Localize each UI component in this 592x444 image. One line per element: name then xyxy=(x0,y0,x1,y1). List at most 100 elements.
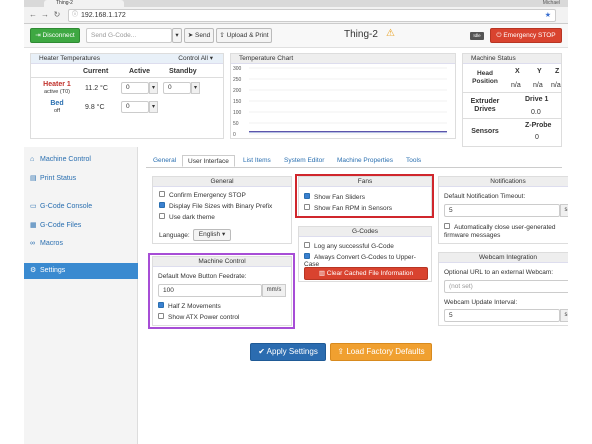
url-bar[interactable]: ⓘ 192.168.1.172 ★ xyxy=(68,9,556,22)
apply-settings-button[interactable]: ✔ Apply Settings xyxy=(250,343,326,361)
y-tick-label: 150 xyxy=(233,99,242,105)
sidebar: ⌂ Machine Control ▤ Print Status ▭ G-Code C… xyxy=(24,147,138,444)
confirm-estop-checkbox[interactable]: Confirm Emergency STOP xyxy=(159,191,246,199)
heater1-active-input[interactable]: 0 xyxy=(121,82,149,94)
browser-tab-title: Thing-2 xyxy=(56,0,73,6)
emergency-stop-button[interactable]: ⏻ Emergency STOP xyxy=(490,28,562,43)
tab-general[interactable]: General xyxy=(148,155,181,167)
heater-panel-header: Heater Temperatures Control All ▾ xyxy=(31,54,223,64)
timeout-unit: s xyxy=(560,204,568,217)
general-panel-header: General xyxy=(153,177,291,187)
notifications-panel-header: Notifications xyxy=(439,177,568,187)
bookmark-star-icon[interactable]: ★ xyxy=(545,10,551,21)
back-icon[interactable]: ← xyxy=(28,10,38,20)
bed-active-dropdown[interactable]: ▾ xyxy=(149,101,158,113)
print-icon: ▤ xyxy=(30,175,37,182)
caret-down-icon: ▾ xyxy=(151,85,155,91)
divider xyxy=(31,77,223,78)
temperature-chart-panel: Temperature Chart 300 250 200 150 100 50 0 xyxy=(230,53,456,139)
bed-active-input[interactable]: 0 xyxy=(121,101,149,113)
gear-icon: ⚙ xyxy=(30,267,37,274)
load-icon: ⇪ xyxy=(337,347,347,356)
machine-status-header: Machine Status xyxy=(463,54,561,64)
axis-y-value: n/a xyxy=(533,82,543,89)
axis-z-label: Z xyxy=(555,68,560,75)
gcodes-panel: G-Codes Log any successful G-Code Always… xyxy=(298,226,432,282)
y-tick-label: 50 xyxy=(233,121,239,127)
top-toolbar: ⇥ Disconnect Send G-Code... ▾ ➤ Send ⇪ U… xyxy=(24,24,568,48)
gcodes-panel-header: G-Codes xyxy=(299,227,431,237)
drive1-label: Drive 1 xyxy=(525,96,549,103)
col-standby: Standby xyxy=(169,68,197,75)
sensors-label: Sensors xyxy=(471,128,499,135)
tab-list-items[interactable]: List Items xyxy=(238,155,276,167)
timeout-input[interactable]: 5 xyxy=(444,204,560,217)
trash-icon: ▥ xyxy=(318,270,327,277)
check-icon: ✔ xyxy=(258,347,267,356)
axis-z-value: n/a xyxy=(551,82,561,89)
bed-current: 9.8 °C xyxy=(85,104,105,111)
extruder-drives-label: Extruder Drives xyxy=(470,98,500,113)
status-badge: Idle xyxy=(470,32,484,40)
sidebar-item-gcode-console[interactable]: ▭ G-Code Console xyxy=(24,199,138,215)
upper-case-checkbox[interactable]: Always Convert G-Codes to Upper-Case xyxy=(304,253,431,268)
browser-tab[interactable]: Thing-2 xyxy=(44,0,124,7)
disconnect-button[interactable]: ⇥ Disconnect xyxy=(30,28,80,43)
tab-tools[interactable]: Tools xyxy=(401,155,426,167)
heater1-sub: active (T0) xyxy=(44,89,70,95)
heater1-standby-input[interactable]: 0 xyxy=(163,82,191,94)
webcam-panel-header: Webcam Integration xyxy=(439,253,568,263)
axis-x-value: n/a xyxy=(511,82,521,89)
machine-status-panel: Machine Status Head Position X Y Z n/a n… xyxy=(462,53,562,147)
checkbox-icon xyxy=(159,213,165,220)
warning-icon: ⚠ xyxy=(386,28,395,39)
divider xyxy=(463,92,561,93)
send-button[interactable]: ➤ Send xyxy=(184,28,214,43)
bed-name[interactable]: Bed xyxy=(37,100,77,107)
general-panel: General Confirm Emergency STOP Display F… xyxy=(152,176,292,244)
auto-close-checkbox[interactable]: Automatically close user-generated firmw… xyxy=(444,223,568,240)
sidebar-item-print-status[interactable]: ▤ Print Status xyxy=(24,171,138,187)
console-icon: ▭ xyxy=(30,203,37,210)
load-defaults-button[interactable]: ⇪ Load Factory Defaults xyxy=(330,343,432,361)
webcam-interval-label: Webcam Update Interval: xyxy=(444,299,518,306)
tab-machine-properties[interactable]: Machine Properties xyxy=(332,155,398,167)
col-current: Current xyxy=(83,68,109,75)
sidebar-item-macros[interactable]: ∞ Macros xyxy=(24,236,138,252)
sidebar-item-settings[interactable]: ⚙ Settings xyxy=(24,263,138,279)
home-icon: ⌂ xyxy=(30,156,35,163)
reload-icon[interactable]: ↻ xyxy=(52,10,62,20)
fans-highlight xyxy=(295,174,434,218)
temperature-chart-header: Temperature Chart xyxy=(231,54,455,64)
gcode-dropdown-button[interactable]: ▾ xyxy=(172,28,182,43)
axis-x-label: X xyxy=(515,68,520,75)
caret-down-icon: ▾ xyxy=(209,55,213,62)
y-tick-label: 300 xyxy=(233,66,242,72)
control-all-dropdown[interactable]: Control All ▾ xyxy=(178,54,213,64)
notifications-panel: Notifications Default Notification Timeo… xyxy=(438,176,568,244)
caret-down-icon: ▾ xyxy=(221,231,226,238)
webcam-url-input[interactable]: (not set) xyxy=(444,280,568,293)
y-tick-label: 200 xyxy=(233,88,242,94)
tab-system-editor[interactable]: System Editor xyxy=(279,155,329,167)
sidebar-item-gcode-files[interactable]: ▦ G-Code Files xyxy=(24,218,138,234)
webcam-interval-input[interactable]: 5 xyxy=(444,309,560,322)
gcode-input[interactable]: Send G-Code... xyxy=(86,28,172,43)
dark-theme-checkbox[interactable]: Use dark theme xyxy=(159,213,215,221)
heater1-name[interactable]: Heater 1 xyxy=(37,81,77,88)
caret-down-icon: ▾ xyxy=(193,85,197,91)
tab-user-interface[interactable]: User Interface xyxy=(182,155,235,167)
heater1-active-dropdown[interactable]: ▾ xyxy=(149,82,158,94)
log-gcode-checkbox[interactable]: Log any successful G-Code xyxy=(304,242,394,250)
upload-print-button[interactable]: ⇪ Upload & Print xyxy=(216,28,272,43)
checkbox-icon xyxy=(304,242,310,249)
language-dropdown[interactable]: English ▾ xyxy=(193,229,231,241)
forward-icon[interactable]: → xyxy=(40,10,50,20)
axis-y-label: Y xyxy=(537,68,542,75)
sidebar-item-machine-control[interactable]: ⌂ Machine Control xyxy=(24,152,138,168)
browser-addressbar: ← → ↻ ⓘ 192.168.1.172 ★ xyxy=(24,7,568,24)
clear-cache-button[interactable]: ▥ Clear Cached File Information xyxy=(304,267,428,280)
url-text: 192.168.1.172 xyxy=(81,12,126,19)
heater1-standby-dropdown[interactable]: ▾ xyxy=(191,82,200,94)
binary-prefix-checkbox[interactable]: Display File Sizes with Binary Prefix xyxy=(159,202,272,210)
